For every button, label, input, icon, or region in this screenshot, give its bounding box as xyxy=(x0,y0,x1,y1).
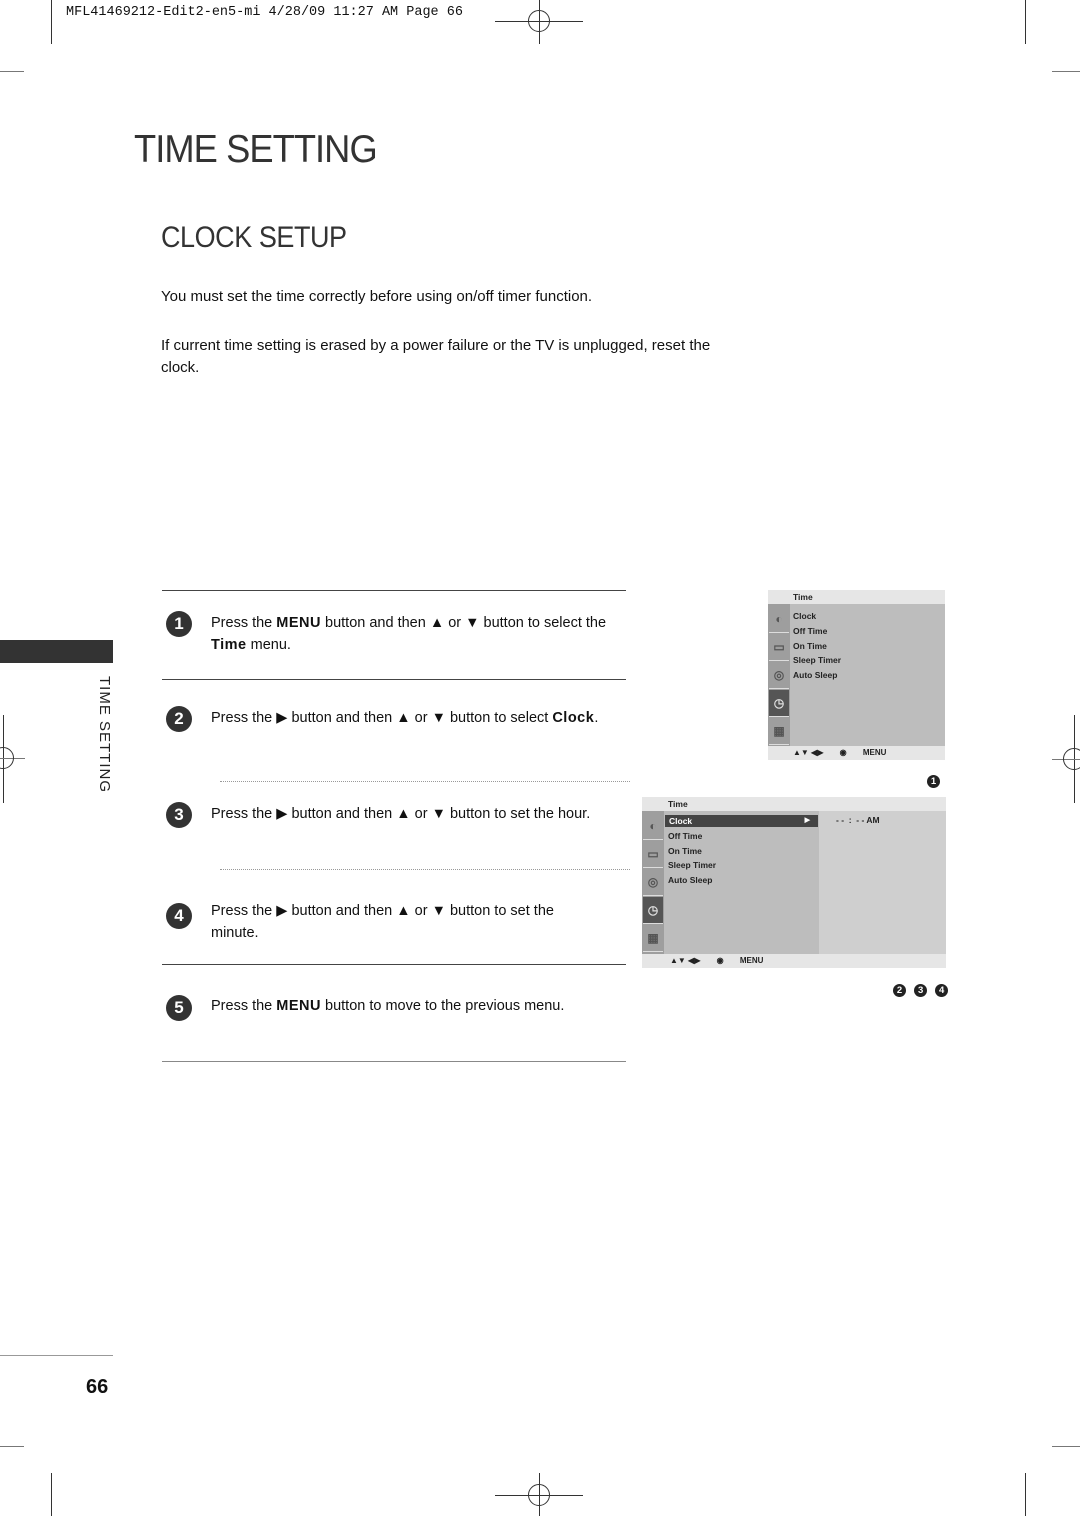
menu-item-auto-sleep[interactable]: Auto Sleep xyxy=(668,873,712,888)
registration-mark xyxy=(528,1484,550,1506)
picture-icon[interactable]: ◐ xyxy=(643,813,663,840)
step-text: Press the ▶ button and then ▲ or ▼ butto… xyxy=(211,903,554,941)
crop-mark xyxy=(1052,71,1080,72)
print-slug: MFL41469212-Edit2-en5-mi 4/28/09 11:27 A… xyxy=(66,5,463,20)
callout-badge: 3 xyxy=(914,984,928,997)
step-text: Press the MENU button to move to the pre… xyxy=(211,998,565,1014)
divider xyxy=(162,590,626,591)
osd-title-bar: Time xyxy=(642,797,946,811)
clock-value[interactable]: - - : - - AM xyxy=(836,813,880,828)
crop-mark xyxy=(0,71,24,72)
callout-badge: 4 xyxy=(935,984,949,997)
step-number: 4 xyxy=(166,903,192,929)
picture-icon[interactable]: ◐ xyxy=(769,606,789,633)
crop-mark xyxy=(51,0,52,44)
tv-icon[interactable]: ▭ xyxy=(643,841,663,868)
osd-footer: ▲▼ ◀▶ ◉ MENU xyxy=(642,954,946,968)
step-number: 5 xyxy=(166,995,192,1021)
clock-icon[interactable]: ◷ xyxy=(643,897,663,924)
menu-item-clock-selected[interactable]: Clock ▶ xyxy=(665,815,818,827)
step-number: 3 xyxy=(166,802,192,828)
footer-rule xyxy=(0,1355,113,1356)
menu-item-on-time[interactable]: On Time xyxy=(793,639,827,654)
crop-mark xyxy=(51,1473,52,1516)
step-text: Press the ▶ button and then ▲ or ▼ butto… xyxy=(211,710,599,726)
crop-mark xyxy=(0,1446,24,1447)
osd-footer: ▲▼ ◀▶ ◉ MENU xyxy=(768,746,945,760)
menu-item-on-time[interactable]: On Time xyxy=(668,844,702,859)
menu-key-label: MENU xyxy=(862,748,887,757)
osd-clock-menu: Time ◐ ▭ ◎ ◷ ▦ Clock ▶ Off Time On Time … xyxy=(642,797,946,968)
menu-key-label: MENU xyxy=(739,956,764,965)
speaker-icon[interactable]: ◎ xyxy=(643,869,663,896)
nav-arrows-icon: ▲▼ ◀▶ xyxy=(793,748,824,757)
intro-paragraph: You must set the time correctly before u… xyxy=(161,288,593,305)
registration-mark xyxy=(528,10,550,32)
ok-button-icon: ◉ xyxy=(839,748,847,757)
menu-item-sleep-timer[interactable]: Sleep Timer xyxy=(793,653,841,668)
section-title: CLOCK SETUP xyxy=(161,221,347,254)
nav-arrows-icon: ▲▼ ◀▶ xyxy=(670,956,701,965)
speaker-icon[interactable]: ◎ xyxy=(769,662,789,689)
osd-time-menu: Time ◐ ▭ ◎ ◷ ▦ Clock Off Time On Time Sl… xyxy=(768,590,945,760)
step-number: 2 xyxy=(166,706,192,732)
section-tab xyxy=(0,640,113,663)
step-number: 1 xyxy=(166,611,192,637)
osd-title-bar: Time xyxy=(768,590,945,604)
side-section-label: TIME SETTING xyxy=(96,676,113,793)
crop-mark xyxy=(1052,1446,1080,1447)
page-number: 66 xyxy=(86,1376,109,1398)
osd-title: Time xyxy=(793,592,813,602)
intro-paragraph: If current time setting is erased by a p… xyxy=(161,337,711,376)
lock-icon[interactable]: ▦ xyxy=(769,718,789,745)
menu-item-sleep-timer[interactable]: Sleep Timer xyxy=(668,858,716,873)
right-arrow-icon: ▶ xyxy=(804,817,810,824)
step-text: Press the MENU button and then ▲ or ▼ bu… xyxy=(211,615,607,653)
tv-icon[interactable]: ▭ xyxy=(769,634,789,661)
menu-item-off-time[interactable]: Off Time xyxy=(668,829,702,844)
osd-icon-column: ◐ ▭ ◎ ◷ ▦ xyxy=(768,604,790,746)
divider xyxy=(162,964,626,965)
page-title: TIME SETTING xyxy=(134,128,378,171)
clock-icon[interactable]: ◷ xyxy=(769,690,789,717)
divider xyxy=(162,1061,626,1062)
osd-value-panel xyxy=(819,811,946,954)
callout-badge: 2 xyxy=(893,984,906,997)
dotted-divider xyxy=(220,781,630,782)
crop-mark xyxy=(1025,1473,1026,1516)
menu-item-off-time[interactable]: Off Time xyxy=(793,624,827,639)
osd-title: Time xyxy=(668,799,688,809)
ok-button-icon: ◉ xyxy=(716,956,724,965)
registration-mark xyxy=(0,747,14,769)
menu-item-clock[interactable]: Clock xyxy=(793,609,816,624)
crop-mark xyxy=(1025,0,1026,44)
divider xyxy=(162,679,626,680)
menu-item-auto-sleep[interactable]: Auto Sleep xyxy=(793,668,837,683)
figure-callout: 2 3 4 xyxy=(890,978,949,997)
registration-mark xyxy=(1063,748,1080,770)
figure-callout: 1 xyxy=(924,769,940,788)
dotted-divider xyxy=(220,869,630,870)
osd-icon-column: ◐ ▭ ◎ ◷ ▦ xyxy=(642,811,664,954)
step-text: Press the ▶ button and then ▲ or ▼ butto… xyxy=(211,806,591,822)
callout-badge: 1 xyxy=(927,775,940,788)
lock-icon[interactable]: ▦ xyxy=(643,925,663,952)
